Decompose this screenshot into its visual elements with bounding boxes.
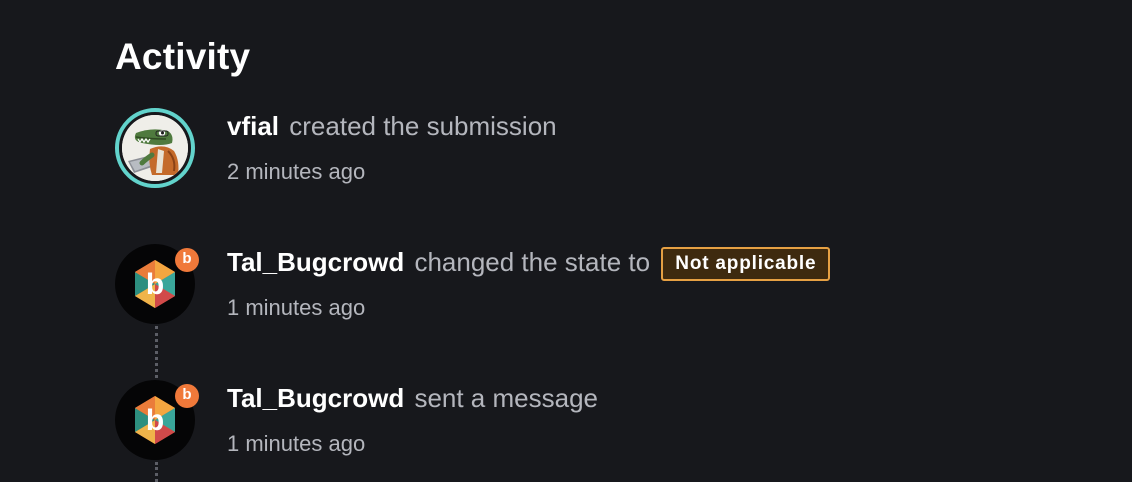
svg-text:b: b (146, 404, 164, 437)
bugcrowd-staff-badge: b (175, 248, 199, 272)
activity-action: created the submission (289, 111, 557, 141)
activity-text: vfial created the submission (227, 110, 557, 142)
activity-entry: b b Tal_Bugcrowd sent a message 1 minute… (115, 380, 1115, 462)
user-avatar[interactable] (115, 108, 195, 188)
activity-text: Tal_Bugcrowd changed the state to Not ap… (227, 246, 831, 281)
alligator-avatar-icon (122, 115, 188, 181)
activity-action: changed the state to (414, 247, 651, 277)
username-link[interactable]: Tal_Bugcrowd (227, 383, 404, 413)
username-link[interactable]: vfial (227, 111, 279, 141)
bugcrowd-avatar[interactable]: b b (115, 380, 199, 460)
bugcrowd-avatar[interactable]: b b (115, 244, 199, 324)
activity-timestamp: 1 minutes ago (227, 295, 366, 320)
state-badge: Not applicable (661, 247, 831, 281)
activity-text: Tal_Bugcrowd sent a message (227, 382, 598, 414)
activity-entry: b b Tal_Bugcrowd changed the state to No… (115, 244, 1115, 326)
activity-action: sent a message (414, 383, 598, 413)
bugcrowd-staff-badge: b (175, 384, 199, 408)
timeline-connector (155, 462, 158, 482)
username-link[interactable]: Tal_Bugcrowd (227, 247, 404, 277)
activity-section: Activity vfial created the submission 2 … (115, 0, 1115, 482)
activity-timestamp: 2 minutes ago (227, 159, 366, 184)
svg-text:b: b (146, 268, 164, 301)
timeline-connector (155, 326, 158, 378)
activity-timestamp: 1 minutes ago (227, 431, 366, 456)
activity-entry: vfial created the submission 2 minutes a… (115, 108, 1115, 190)
activity-heading: Activity (115, 36, 251, 77)
